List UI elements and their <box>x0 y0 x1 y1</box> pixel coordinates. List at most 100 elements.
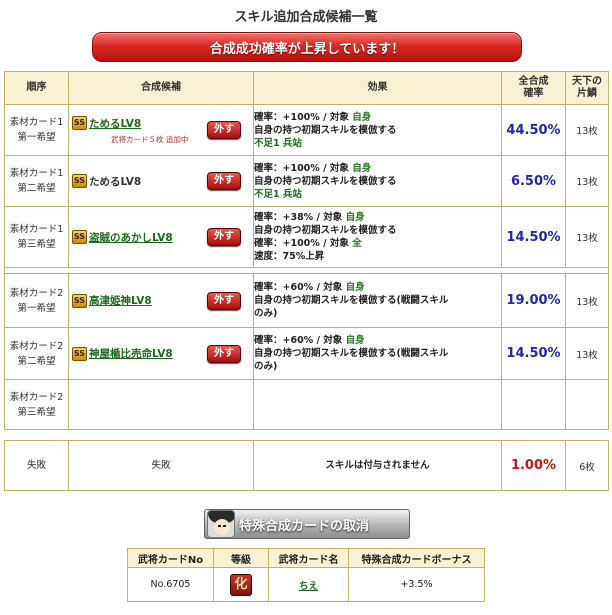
general-portrait-icon <box>207 510 235 538</box>
effect-text: 自身の持つ初期スキルを模倣する <box>254 124 397 136</box>
skill-name[interactable]: 神屋楯比売命LV8 <box>89 346 173 361</box>
bonus-card-no: No.6705 <box>127 567 214 602</box>
bonus-table: 武将カードNo 等級 武将カード名 特殊合成カードボーナス No.6705 化 … <box>127 548 485 602</box>
effect-text: 自身の持つ初期スキルを模倣する(戦闘スキル <box>254 295 449 306</box>
preference-label: 第一希望 <box>17 302 56 314</box>
preference-label: 第三希望 <box>17 406 56 418</box>
material-card-label: 素材カード1 <box>9 224 64 235</box>
bonus-header-card-no: 武将カードNo <box>127 548 214 568</box>
skill-name[interactable]: 盗賊のあかしLV8 <box>89 230 173 245</box>
order-cell: 素材カード2 第一希望 <box>4 273 69 328</box>
effect-text: 自身 <box>345 282 365 293</box>
card-name-cell: ちえ <box>268 567 349 602</box>
effect-text: 自身の持つ初期スキルを模倣する <box>254 225 397 236</box>
effect-line: 確率：+38% / 対象 自身 <box>254 211 501 224</box>
material-card-label: 素材カード1 <box>9 168 64 179</box>
effect-line: 自身の持つ初期スキルを模倣する <box>254 124 501 137</box>
candidate-cell: SS 盗賊のあかしLV8 外す <box>68 206 254 268</box>
preference-label: 第二希望 <box>17 183 56 194</box>
remove-button[interactable]: 外す <box>207 344 241 363</box>
remove-button[interactable]: 外す <box>207 228 241 246</box>
failure-candidate: 失敗 <box>68 440 254 491</box>
candidate-row: 素材カード2 第一希望 SS 高津姫神LV8 外す 確率：+60% / 対象 自身 自身の持… <box>4 273 609 328</box>
success-rate: 14.50% <box>501 327 566 380</box>
fragment-count: 13枚 <box>565 206 609 268</box>
order-cell: 素材カード1 第一希望 <box>4 104 69 156</box>
order-cell: 素材カード2 第二希望 <box>4 327 69 380</box>
bonus-row: No.6705 化 ちえ +3.5% <box>127 567 485 602</box>
fragment-count: 13枚 <box>565 273 609 328</box>
effect-text: のみ) <box>254 361 278 372</box>
bonus-header-bonus: 特殊合成カードボーナス <box>348 548 485 568</box>
page-title: スキル追加合成候補一覧 <box>234 10 378 25</box>
ss-rarity-icon: SS <box>72 116 87 130</box>
skill-name: ためるLV8 <box>89 175 142 188</box>
candidate-row: 素材カード1 第三希望 SS 盗賊のあかしLV8 外す 確率：+38% / 対象 自身 自身… <box>4 206 609 268</box>
candidate-row: 素材カード1 第二希望 SS ためるLV8 外す 確率：+100% / 対象 自身 自身の持… <box>4 155 609 207</box>
header-order: 順序 <box>4 71 69 105</box>
effect-cell: 確率：+100% / 対象 自身 自身の持つ初期スキルを模倣する 不足1 兵站 <box>253 104 502 156</box>
failure-row: 失敗 失敗 スキルは付与されません 1.00% 6枚 <box>4 440 609 491</box>
order-cell: 素材カード1 第二希望 <box>4 155 69 207</box>
effect-line: 確率：+60% / 対象 自身 <box>254 281 501 294</box>
candidate-cell: SS 高津姫神LV8 外す <box>68 273 254 328</box>
effect-cell: 確率：+60% / 対象 自身 自身の持つ初期スキルを模倣する(戦闘スキル のみ) <box>253 273 502 328</box>
candidate-row: 素材カード2 第三希望 <box>4 379 609 430</box>
effect-line: 速度：75%上昇 <box>254 250 501 263</box>
success-rate: 19.00% <box>501 273 566 328</box>
remove-button[interactable]: 外す <box>207 172 241 190</box>
material-card-label: 素材カード1 <box>9 117 64 128</box>
remove-button[interactable]: 外す <box>207 121 241 139</box>
ss-rarity-icon: SS <box>72 174 87 188</box>
skill-name[interactable]: ためるLV8 <box>89 116 141 131</box>
effect-line: 自身の持つ初期スキルを模倣する <box>254 224 501 237</box>
header-rate: 全合成 確率 <box>501 71 566 105</box>
effect-text: 自身 <box>352 111 372 123</box>
effect-line: のみ) <box>254 307 501 320</box>
ss-rarity-icon: SS <box>72 230 87 244</box>
effect-line: 確率：+60% / 対象 自身 <box>254 334 501 347</box>
success-rate-banner: 合成成功確率が上昇しています！ <box>92 32 522 62</box>
order-cell: 素材カード1 第三希望 <box>4 206 69 268</box>
material-card-label: 素材カード2 <box>9 287 64 299</box>
effect-cell: 確率：+60% / 対象 自身 自身の持つ初期スキルを模倣する(戦闘スキル のみ) <box>253 327 502 380</box>
effect-line: 確率：+100% / 対象 全 <box>254 237 501 250</box>
effect-line: 自身の持つ初期スキルを模倣する(戦闘スキル <box>254 294 501 307</box>
bonus-header-name: 武将カード名 <box>268 548 349 568</box>
failure-rate: 1.00% <box>501 440 566 491</box>
failure-stock: 6枚 <box>565 440 609 491</box>
effect-text: 自身 <box>345 212 365 223</box>
effect-text: 不足1 兵站 <box>254 137 302 149</box>
order-cell: 素材カード2 第三希望 <box>4 379 69 430</box>
effect-line: 不足1 兵站 <box>254 188 501 201</box>
bonus-header-grade: 等級 <box>213 548 269 568</box>
header-stock: 天下の 片鱗 <box>565 71 609 105</box>
candidate-table: 順序 合成候補 効果 全合成 確率 天下の 片鱗 素材カード1 第一希望 SS ためるLV… <box>4 71 609 430</box>
effect-text: 全 <box>352 238 362 249</box>
success-rate: 44.50% <box>501 104 566 156</box>
effect-cell <box>253 379 502 430</box>
bonus-value: +3.5% <box>348 567 485 602</box>
effect-text: 速度：75%上昇 <box>254 251 325 262</box>
effect-text: 自身 <box>345 335 365 346</box>
cancel-special-card-button[interactable]: 特殊合成カードの取消 <box>204 509 410 539</box>
fragment-count <box>565 379 609 430</box>
effect-text: 自身 <box>352 162 372 174</box>
remove-button[interactable]: 外す <box>207 291 241 310</box>
success-rate: 14.50% <box>501 206 566 268</box>
effect-text: 不足1 兵站 <box>254 188 302 200</box>
card-name-link[interactable]: ちえ <box>299 581 318 592</box>
preference-label: 第一希望 <box>17 132 56 143</box>
effect-text: 確率：+100% / 対象 <box>254 162 353 174</box>
fragment-count: 13枚 <box>565 327 609 380</box>
candidate-row: 素材カード2 第二希望 SS 神屋楯比売命LV8 外す 確率：+60% / 対象 自身 自身… <box>4 327 609 380</box>
preference-label: 第三希望 <box>17 239 56 250</box>
effect-line: のみ) <box>254 360 501 373</box>
fragment-count: 13枚 <box>565 155 609 207</box>
material-card-label: 素材カード2 <box>9 391 64 403</box>
failure-order: 失敗 <box>4 440 69 491</box>
effect-line: 不足1 兵站 <box>254 137 501 150</box>
candidate-cell: SS 神屋楯比売命LV8 外す <box>68 327 254 380</box>
skill-name[interactable]: 高津姫神LV8 <box>89 293 152 308</box>
grade-cell: 化 <box>213 567 269 602</box>
